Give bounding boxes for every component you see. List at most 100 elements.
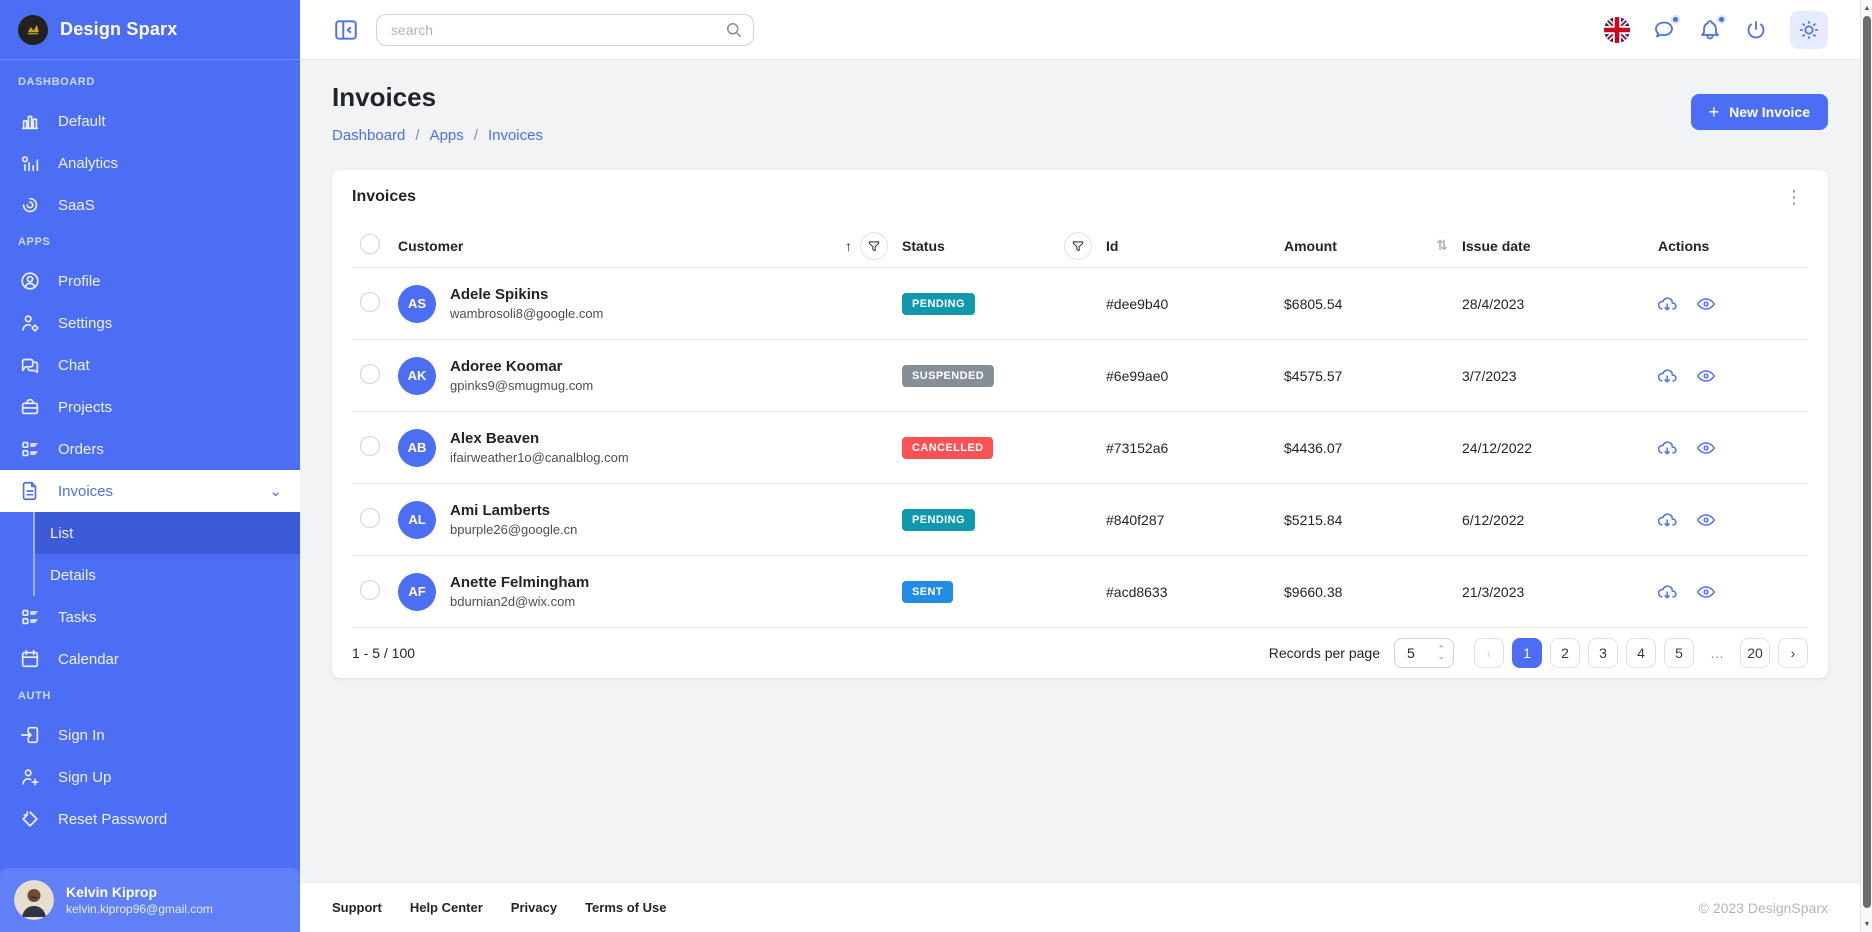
briefcase-icon — [18, 395, 42, 419]
sidebar-item-label: Chat — [58, 357, 90, 374]
page-button-2[interactable]: 2 — [1550, 638, 1580, 668]
column-header-status[interactable]: Status — [902, 238, 945, 254]
sidebar-item-settings[interactable]: Settings — [0, 302, 300, 344]
breadcrumb-dashboard[interactable]: Dashboard — [332, 127, 405, 144]
page-button-20[interactable]: 20 — [1740, 638, 1770, 668]
page-scrollbar[interactable]: ▲ ▼ — [1860, 0, 1872, 932]
footer-link-support[interactable]: Support — [332, 900, 382, 915]
topbar-actions — [1604, 11, 1828, 49]
column-header-issue-date[interactable]: Issue date — [1462, 238, 1658, 254]
sidebar-item-label: Invoices — [58, 483, 113, 500]
sidebar-item-projects[interactable]: Projects — [0, 386, 300, 428]
select-all-checkbox[interactable] — [360, 234, 380, 254]
bell-icon[interactable] — [1698, 18, 1722, 42]
page-button-3[interactable]: 3 — [1588, 638, 1618, 668]
pagination: ‹ 1 2 3 4 5 … 20 › — [1474, 638, 1808, 668]
sidebar-item-label: Orders — [58, 441, 104, 458]
sort-icon[interactable]: ⇅ — [1436, 237, 1448, 254]
sidebar-item-invoices-list[interactable]: List — [35, 512, 300, 554]
breadcrumb-separator: / — [474, 127, 478, 144]
new-invoice-button[interactable]: + New Invoice — [1691, 94, 1828, 130]
dots-menu-icon[interactable]: ⋮ — [1781, 187, 1808, 208]
sidebar-item-invoices[interactable]: Invoices ⌄ — [0, 470, 300, 512]
breadcrumb-invoices[interactable]: Invoices — [488, 127, 543, 144]
column-header-customer[interactable]: Customer — [398, 238, 463, 254]
column-header-id[interactable]: Id — [1106, 238, 1284, 254]
logo[interactable]: Design Sparx — [0, 0, 300, 60]
chat-icon — [18, 353, 42, 377]
records-summary: 1 - 5 / 100 — [352, 645, 415, 661]
row-checkbox[interactable] — [360, 292, 380, 312]
user-profile[interactable]: Kelvin Kiprop kelvin.kiprop96@gmail.com — [0, 868, 300, 932]
analytics-icon — [18, 151, 42, 175]
sidebar-item-default[interactable]: Default — [0, 100, 300, 142]
scroll-up-arrow[interactable]: ▲ — [1861, 1, 1872, 15]
page-button-1[interactable]: 1 — [1512, 638, 1542, 668]
download-icon[interactable] — [1658, 366, 1678, 386]
theme-sun-icon[interactable] — [1790, 11, 1828, 49]
sidebar-item-reset-password[interactable]: Reset Password — [0, 798, 300, 840]
view-icon[interactable] — [1696, 582, 1716, 602]
row-checkbox[interactable] — [360, 508, 380, 528]
page-button-4[interactable]: 4 — [1626, 638, 1656, 668]
row-checkbox[interactable] — [360, 364, 380, 384]
download-icon[interactable] — [1658, 438, 1678, 458]
sidebar-item-label: SaaS — [58, 197, 95, 214]
messages-icon[interactable] — [1652, 18, 1676, 42]
view-icon[interactable] — [1696, 366, 1716, 386]
sidebar-item-sign-up[interactable]: Sign Up — [0, 756, 300, 798]
language-flag-icon[interactable] — [1604, 17, 1630, 43]
sidebar-item-profile[interactable]: Profile — [0, 260, 300, 302]
footer-link-terms[interactable]: Terms of Use — [585, 900, 666, 915]
sidebar-item-tasks[interactable]: Tasks — [0, 596, 300, 638]
scroll-down-arrow[interactable]: ▼ — [1861, 917, 1872, 931]
search-container — [376, 14, 754, 46]
user-gear-icon — [18, 311, 42, 335]
sidebar-item-invoices-details[interactable]: Details — [35, 554, 300, 596]
filter-icon[interactable] — [860, 232, 888, 260]
view-icon[interactable] — [1696, 438, 1716, 458]
power-icon[interactable] — [1744, 18, 1768, 42]
prev-page-button[interactable]: ‹ — [1474, 638, 1504, 668]
row-checkbox[interactable] — [360, 580, 380, 600]
pagination-ellipsis: … — [1702, 638, 1732, 668]
invoice-amount: $6805.54 — [1284, 296, 1462, 312]
customer-email: bpurple26@google.cn — [450, 522, 577, 537]
sort-asc-icon[interactable]: ↑ — [845, 238, 852, 254]
avatar: AF — [398, 573, 436, 611]
download-icon[interactable] — [1658, 510, 1678, 530]
sidebar-item-sign-in[interactable]: Sign In — [0, 714, 300, 756]
sidebar-item-orders[interactable]: Orders — [0, 428, 300, 470]
search-input[interactable] — [376, 14, 754, 46]
page-button-5[interactable]: 5 — [1664, 638, 1694, 668]
footer-link-help-center[interactable]: Help Center — [410, 900, 483, 915]
invoice-id: #dee9b40 — [1106, 296, 1284, 312]
table-row: AB Alex Beaven ifairweather1o@canalblog.… — [352, 412, 1808, 484]
card-header: Invoices ⋮ — [352, 170, 1808, 224]
column-header-amount[interactable]: Amount — [1284, 238, 1337, 254]
download-icon[interactable] — [1658, 294, 1678, 314]
invoice-icon — [18, 479, 42, 503]
customer-name: Adoree Koomar — [450, 358, 593, 375]
row-checkbox[interactable] — [360, 436, 380, 456]
scrollbar-thumb[interactable] — [1863, 16, 1871, 908]
next-page-button[interactable]: › — [1778, 638, 1808, 668]
invoice-amount: $4436.07 — [1284, 440, 1462, 456]
sidebar-item-chat[interactable]: Chat — [0, 344, 300, 386]
sidebar-collapse-icon[interactable] — [332, 16, 360, 44]
status-badge: SENT — [902, 581, 953, 603]
sidebar-item-calendar[interactable]: Calendar — [0, 638, 300, 680]
view-icon[interactable] — [1696, 510, 1716, 530]
breadcrumb-apps[interactable]: Apps — [430, 127, 464, 144]
view-icon[interactable] — [1696, 294, 1716, 314]
footer-link-privacy[interactable]: Privacy — [511, 900, 557, 915]
sidebar-item-analytics[interactable]: Analytics — [0, 142, 300, 184]
status-badge: SUSPENDED — [902, 365, 994, 387]
page-size-select[interactable]: 5 ⌃⌄ — [1394, 638, 1454, 668]
sidebar-item-saas[interactable]: SaaS — [0, 184, 300, 226]
download-icon[interactable] — [1658, 582, 1678, 602]
filter-icon[interactable] — [1064, 232, 1092, 260]
sidebar-item-label: Reset Password — [58, 811, 167, 828]
topbar — [300, 0, 1860, 60]
invoice-issue-date: 28/4/2023 — [1462, 296, 1658, 312]
